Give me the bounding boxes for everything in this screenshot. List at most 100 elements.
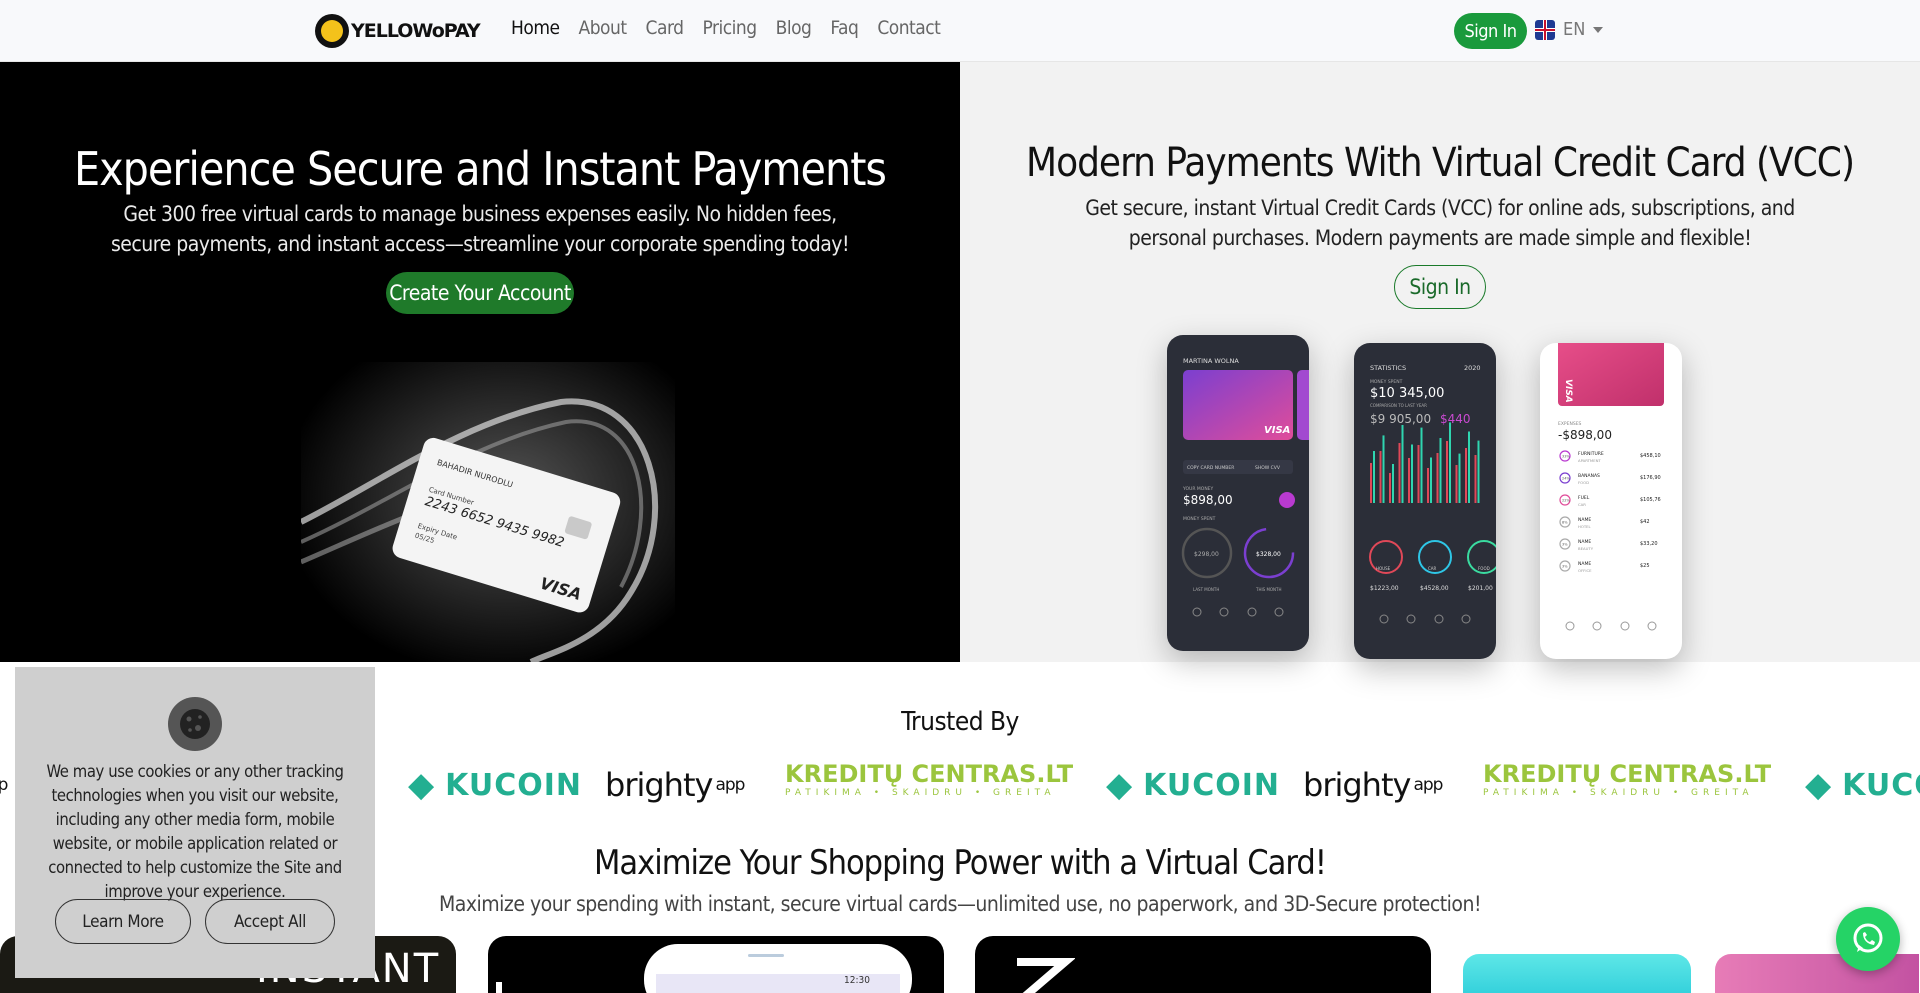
brand-logo-brighty: brightyapp xyxy=(0,775,8,795)
stat-bar xyxy=(1370,463,1372,503)
svg-text:$10 345,00: $10 345,00 xyxy=(1370,386,1444,401)
stat-bar xyxy=(1446,441,1448,503)
phone-mockup-statistics: STATISTICS 2020 MONEY SPENT $10 345,00 C… xyxy=(1354,343,1496,659)
stat-bar xyxy=(1474,455,1477,503)
whatsapp-chat-button[interactable] xyxy=(1836,907,1900,971)
credit-card-illustration: BAHADIR NURODLU Card Number 2243 6652 94… xyxy=(301,362,675,662)
expense-category: OFFICE xyxy=(1578,568,1592,573)
nav-links: Home About Card Pricing Blog Faq Contact xyxy=(511,17,959,39)
expense-pct: 8% xyxy=(1562,521,1568,525)
nav-link-faq[interactable]: Faq xyxy=(830,17,858,39)
nav-link-contact[interactable]: Contact xyxy=(877,17,941,39)
create-account-button[interactable]: Create Your Account xyxy=(386,272,574,314)
svg-text:$298,00: $298,00 xyxy=(1194,551,1219,558)
hero-right-section: Modern Payments With Virtual Credit Card… xyxy=(960,62,1920,662)
expense-pct: 22% xyxy=(1562,499,1570,503)
expense-amount: $33,20 xyxy=(1640,541,1658,547)
expense-category: BEAUTY xyxy=(1578,546,1594,551)
expense-pct: 3% xyxy=(1562,543,1568,547)
brand-logo-kredity: KREDITŲ CENTRAS.LTPATIKIMA • SKAIDRU • G… xyxy=(1483,760,1772,798)
stat-bar xyxy=(1427,468,1429,503)
expense-amount: $25 xyxy=(1640,563,1650,569)
expense-category: APARTMENT xyxy=(1578,458,1601,463)
stat-bar xyxy=(1465,448,1467,503)
stat-bar xyxy=(1477,440,1480,503)
top-navbar: YELLOWoPAY Home About Card Pricing Blog … xyxy=(0,0,1920,62)
brand-logo-brighty: brightyapp xyxy=(1303,766,1443,804)
expense-pct: 24% xyxy=(1562,477,1570,481)
stat-bar xyxy=(1458,453,1461,503)
cookie-text: We may use cookies or any other tracking… xyxy=(46,762,344,901)
stat-bar xyxy=(1468,431,1470,503)
expense-category: FOOD xyxy=(1578,480,1589,485)
hero-left-section: Experience Secure and Instant Payments G… xyxy=(0,62,960,662)
nav-link-about[interactable]: About xyxy=(579,17,628,39)
brand-logo-brighty: brightyapp xyxy=(605,766,745,804)
stat-bar xyxy=(1430,457,1432,503)
stat-bar xyxy=(1408,458,1410,503)
svg-text:-$898,00: -$898,00 xyxy=(1558,428,1612,442)
brand-logo-kredity: KREDITŲ CENTRAS.LTPATIKIMA • SKAIDRU • G… xyxy=(785,760,1074,798)
svg-text:VISA: VISA xyxy=(1563,379,1573,403)
feature-tile-phone[interactable]: 12:30 xyxy=(488,936,944,993)
hero-left-title: Experience Secure and Instant Payments xyxy=(74,142,887,196)
stat-bar xyxy=(1398,443,1401,503)
stat-bar xyxy=(1436,453,1439,503)
expense-name: FURNITURE xyxy=(1578,451,1604,457)
svg-text:LAST MONTH: LAST MONTH xyxy=(1193,587,1219,592)
svg-text:$898,00: $898,00 xyxy=(1183,493,1233,507)
expense-amount: $176,90 xyxy=(1640,475,1661,481)
brand-logo-kucoin: ◆KUCOIN xyxy=(1805,765,1920,805)
nav-link-blog[interactable]: Blog xyxy=(776,17,812,39)
yellowpay-logo[interactable]: YELLOWoPAY xyxy=(315,14,481,48)
expense-name: BANANAS xyxy=(1578,473,1600,479)
svg-text:THIS MONTH: THIS MONTH xyxy=(1255,587,1281,592)
language-selector[interactable]: EN xyxy=(1535,19,1604,40)
signin-button[interactable]: Sign In xyxy=(1454,13,1527,49)
nav-link-card[interactable]: Card xyxy=(646,17,684,39)
nav-link-home[interactable]: Home xyxy=(511,17,560,39)
svg-text:$9 905,00: $9 905,00 xyxy=(1370,412,1431,426)
logo-icon xyxy=(315,14,349,48)
stat-bar xyxy=(1382,435,1385,503)
cookie-icon xyxy=(168,697,222,751)
stat-bar xyxy=(1389,473,1391,503)
feature-tile-z[interactable] xyxy=(975,936,1431,993)
stat-bar xyxy=(1401,425,1404,503)
whatsapp-icon xyxy=(1853,923,1883,953)
svg-text:MONEY SPENT: MONEY SPENT xyxy=(1370,379,1403,385)
svg-text:HOUSE: HOUSE xyxy=(1376,566,1391,571)
expense-name: FUEL xyxy=(1578,495,1590,501)
brand-logo-kucoin: ◆KUCOIN xyxy=(1106,765,1281,805)
stat-bar xyxy=(1420,427,1423,503)
hero-right-title: Modern Payments With Virtual Credit Card… xyxy=(1026,140,1855,186)
expense-name: NAME xyxy=(1578,561,1591,567)
stat-bar xyxy=(1373,451,1375,503)
nav-link-pricing[interactable]: Pricing xyxy=(703,17,758,39)
expense-name: NAME xyxy=(1578,539,1591,545)
phone-clock: 12:30 xyxy=(844,975,870,986)
stat-bar xyxy=(1417,445,1420,503)
accept-all-button[interactable]: Accept All xyxy=(205,899,335,944)
hero-signin-button[interactable]: Sign In xyxy=(1394,265,1486,309)
stat-bar xyxy=(1455,465,1458,503)
hero-right-description: Get secure, instant Virtual Credit Cards… xyxy=(1085,196,1795,250)
svg-text:EXPENSES: EXPENSES xyxy=(1558,421,1582,427)
svg-text:COMPARISON TO LAST YEAR: COMPARISON TO LAST YEAR xyxy=(1370,403,1427,408)
svg-text:$328,00: $328,00 xyxy=(1256,551,1281,558)
language-code: EN xyxy=(1563,19,1586,40)
stat-bar xyxy=(1392,464,1394,503)
learn-more-button[interactable]: Learn More xyxy=(55,899,191,944)
stat-bar xyxy=(1449,422,1451,503)
svg-text:$440: $440 xyxy=(1440,412,1471,426)
svg-text:COPY CARD NUMBER: COPY CARD NUMBER xyxy=(1187,465,1234,471)
z-logo xyxy=(1017,958,1075,993)
svg-text:SHOW CVV: SHOW CVV xyxy=(1255,465,1281,471)
expense-category: HOTEL xyxy=(1578,524,1592,529)
svg-text:FOOD: FOOD xyxy=(1478,566,1490,571)
svg-text:CAR: CAR xyxy=(1428,566,1437,571)
phone-mockup-card: MARTINA WOLNA VISA COPY CARD NUMBER SHOW… xyxy=(1167,335,1309,651)
svg-text:$201,00: $201,00 xyxy=(1468,585,1493,592)
svg-text:$4528,00: $4528,00 xyxy=(1420,585,1449,592)
svg-text:MONEY SPENT: MONEY SPENT xyxy=(1183,516,1216,522)
